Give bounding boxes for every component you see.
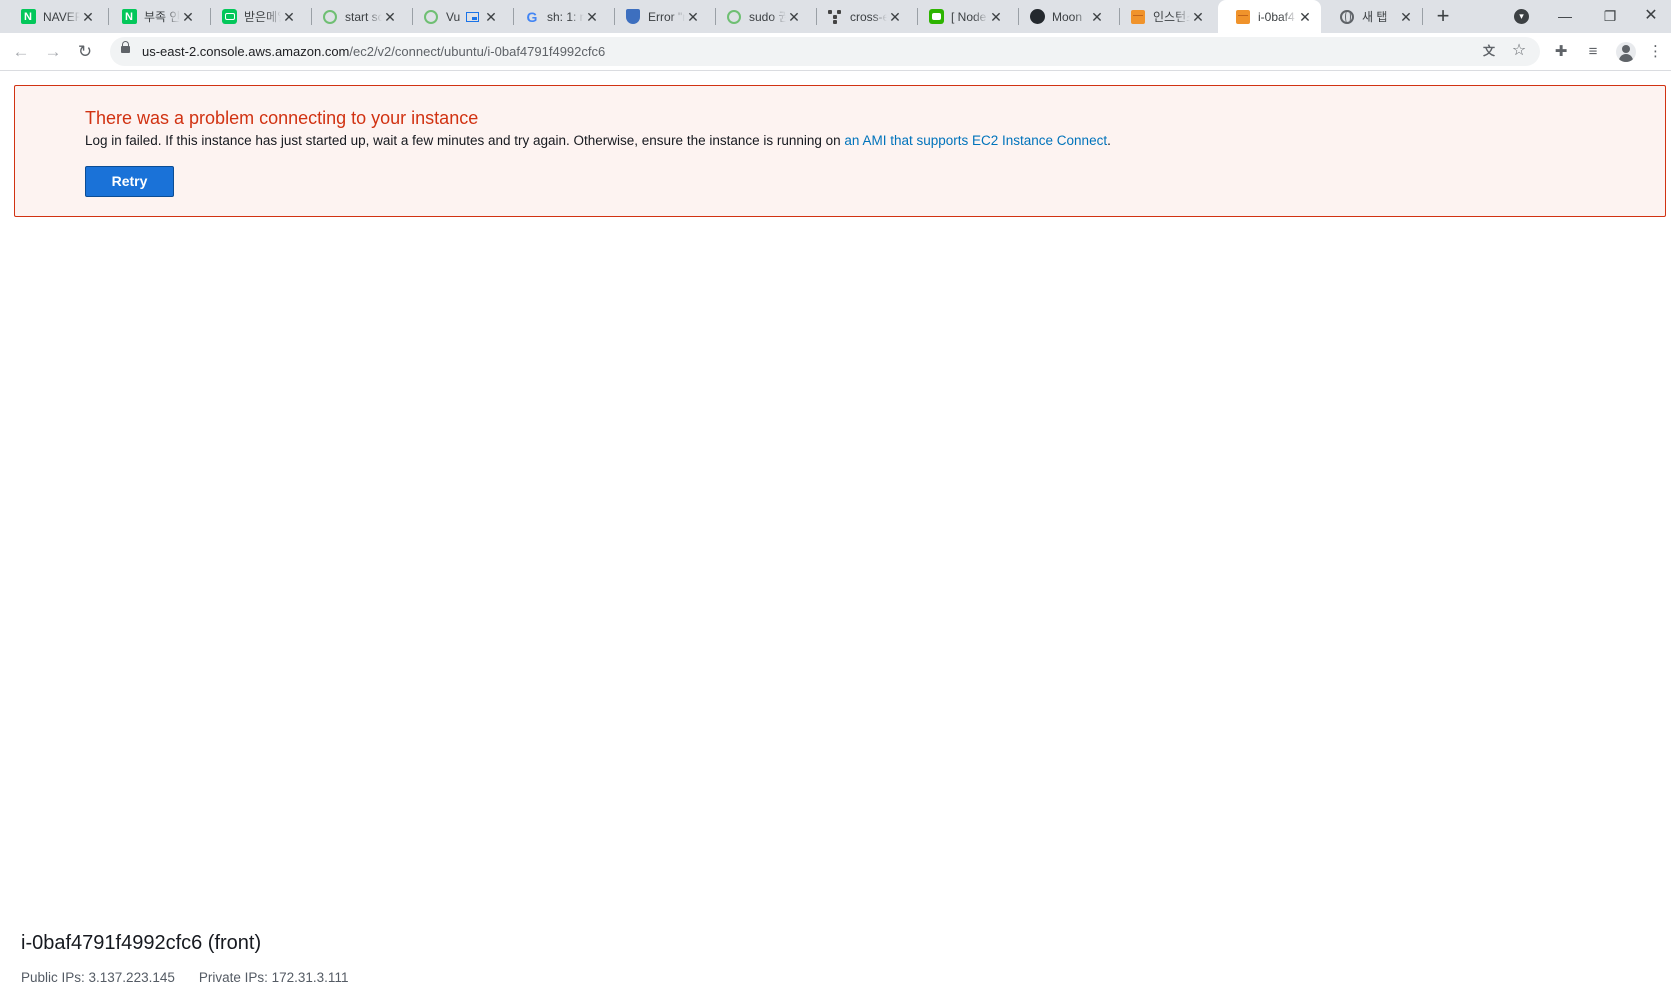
tab-new-tab[interactable]: 새 탭 ✕ [1322, 0, 1422, 33]
google-g-icon: G [526, 8, 538, 25]
new-tab-plus-icon[interactable]: + [1432, 5, 1454, 28]
public-ips: Public IPs: 3.137.223.145 [21, 970, 175, 985]
tab-google-sh[interactable]: G sh: 1: n ✕ [507, 0, 608, 33]
tab-title: NAVER [43, 9, 80, 24]
url-host: us-east-2.console.aws.amazon.com [142, 44, 350, 59]
picture-in-picture-icon [466, 11, 480, 22]
tab-title: Error "n [648, 9, 685, 24]
profile-avatar-icon[interactable] [1616, 42, 1636, 62]
connection-error-alert: There was a problem connecting to your i… [14, 85, 1666, 217]
window-close-icon[interactable]: ✕ [1631, 4, 1671, 28]
tab-naver[interactable]: N NAVER ✕ [3, 0, 104, 33]
instance-id-heading: i-0baf4791f4992cfc6 (front) [21, 932, 262, 954]
tab-instances[interactable]: 인스턴스 ✕ [1113, 0, 1214, 33]
close-icon[interactable]: ✕ [1190, 9, 1206, 25]
alert-message-text: Log in failed. If this instance has just… [85, 133, 845, 148]
bookmark-star-icon[interactable]: ☆ [1510, 42, 1528, 60]
tab-title: start script [345, 9, 382, 24]
restore-icon[interactable]: ❐ [1590, 4, 1630, 28]
close-icon[interactable]: ✕ [1297, 9, 1313, 25]
close-icon[interactable]: ✕ [685, 9, 701, 25]
close-icon[interactable]: ✕ [180, 9, 196, 25]
alert-message: Log in failed. If this instance has just… [85, 133, 1111, 148]
tab-search-chevron-icon[interactable]: ▾ [1514, 9, 1529, 24]
aws-box-icon [1235, 9, 1251, 25]
tab-strip: N NAVER ✕ N 부족 인 ✕ 받은메일 ✕ start script ✕… [0, 0, 1671, 33]
close-icon[interactable]: ✕ [887, 9, 903, 25]
tab-vu[interactable]: Vu ✕ [406, 0, 507, 33]
browser-toolbar: ← → ↻ us-east-2.console.aws.amazon.com/e… [0, 33, 1671, 71]
tab-separator [1422, 8, 1423, 25]
back-arrow-icon[interactable]: ← [10, 41, 32, 63]
tab-title: 새 탭 [1362, 10, 1388, 24]
close-icon[interactable]: ✕ [382, 9, 398, 25]
close-icon[interactable]: ✕ [1089, 9, 1105, 25]
alert-title: There was a problem connecting to your i… [85, 108, 479, 128]
url-text[interactable]: us-east-2.console.aws.amazon.com/ec2/v2/… [142, 44, 605, 59]
tab-title: 받은메일 [244, 10, 281, 24]
tab-cross-env[interactable]: cross-env ✕ [810, 0, 911, 33]
more-menu-icon[interactable]: ⋮ [1648, 42, 1663, 62]
tab-title: cross-env [850, 9, 887, 24]
media-queue-icon[interactable]: ≡ [1583, 42, 1603, 62]
naver-n-icon: N [20, 9, 36, 25]
tab-title: sudo 권 [749, 10, 786, 24]
tab-start-script[interactable]: start script ✕ [305, 0, 406, 33]
reload-icon[interactable]: ↻ [74, 41, 96, 63]
address-bar[interactable]: us-east-2.console.aws.amazon.com/ec2/v2/… [110, 37, 1540, 66]
close-icon[interactable]: ✕ [1398, 9, 1414, 25]
q-icon [322, 9, 338, 25]
url-path: /ec2/v2/connect/ubuntu/i-0baf4791f4992cf… [349, 44, 606, 59]
tab-title: i-0baf4 [1258, 9, 1295, 24]
alert-message-end: . [1107, 133, 1111, 148]
minimize-icon[interactable]: — [1545, 4, 1585, 28]
tab-github[interactable]: Moon ✕ [1012, 0, 1113, 33]
naver-n-icon: N [121, 9, 137, 25]
close-icon[interactable]: ✕ [281, 9, 297, 25]
instance-ip-info: Public IPs: 3.137.223.145 Private IPs: 17… [21, 970, 348, 985]
close-icon[interactable]: ✕ [483, 9, 499, 25]
close-icon[interactable]: ✕ [988, 9, 1004, 25]
aws-box-icon [1130, 9, 1146, 25]
tab-title: Vu [446, 9, 461, 24]
naver-mail-icon [221, 9, 237, 25]
private-ips: Private IPs: 172.31.3.111 [198, 970, 349, 985]
tab-title: sh: 1: n [547, 9, 584, 24]
q-icon [423, 9, 439, 25]
close-icon[interactable]: ✕ [584, 9, 600, 25]
q-icon [726, 9, 742, 25]
tab-sudo[interactable]: sudo 권 ✕ [709, 0, 810, 33]
tab-title: 인스턴스 [1153, 10, 1190, 24]
extensions-puzzle-icon[interactable]: ✚ [1551, 42, 1571, 62]
tab-active-instance-connect[interactable]: i-0baf4 ✕ [1218, 0, 1321, 33]
github-icon [1029, 9, 1045, 25]
close-icon[interactable]: ✕ [786, 9, 802, 25]
translate-icon[interactable]: 文 [1480, 42, 1498, 60]
forward-arrow-icon[interactable]: → [42, 41, 64, 63]
close-icon[interactable]: ✕ [80, 9, 96, 25]
tab-node[interactable]: [ Node ✕ [911, 0, 1012, 33]
green-note-icon [928, 9, 944, 25]
lock-icon[interactable] [121, 41, 130, 53]
tab-title: [ Node [951, 9, 987, 24]
retry-button[interactable]: Retry [85, 166, 174, 197]
globe-icon [1339, 9, 1355, 25]
dots-icon [827, 9, 843, 25]
tab-title: Moon [1052, 9, 1083, 24]
tab-title: 부족 인 [144, 10, 180, 24]
tab-error[interactable]: Error "n ✕ [608, 0, 709, 33]
shield-icon [625, 9, 641, 25]
tab-naver-2[interactable]: N 부족 인 ✕ [104, 0, 204, 33]
ami-support-link[interactable]: an AMI that supports EC2 Instance Connec… [844, 133, 1107, 148]
tab-naver-mail[interactable]: 받은메일 ✕ [204, 0, 305, 33]
